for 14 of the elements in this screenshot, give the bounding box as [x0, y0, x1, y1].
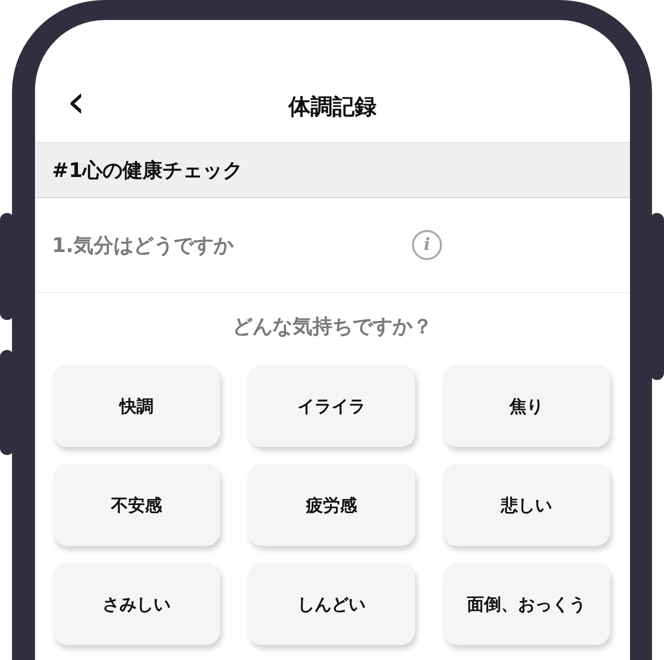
back-button[interactable]: ‹	[61, 78, 92, 130]
mood-option[interactable]: 快調	[53, 365, 220, 447]
mood-option[interactable]: 面倒、おっくう	[443, 563, 610, 645]
mood-option[interactable]: 疲労感	[248, 464, 415, 546]
mood-option[interactable]: しんどい	[248, 563, 415, 645]
mood-option[interactable]: 悲しい	[443, 464, 610, 546]
section-title: #1心の健康チェック	[52, 156, 243, 184]
prompt-text: どんな気持ちですか？	[232, 313, 434, 340]
mood-option[interactable]: イライラ	[248, 365, 415, 447]
mood-option[interactable]: さみしい	[53, 563, 220, 645]
mood-option[interactable]: 不安感	[53, 464, 220, 546]
mood-option[interactable]: 焦り	[443, 365, 610, 447]
screen-title: 体調記録	[288, 94, 376, 122]
question-label: 1.気分はどうですか	[52, 232, 235, 258]
